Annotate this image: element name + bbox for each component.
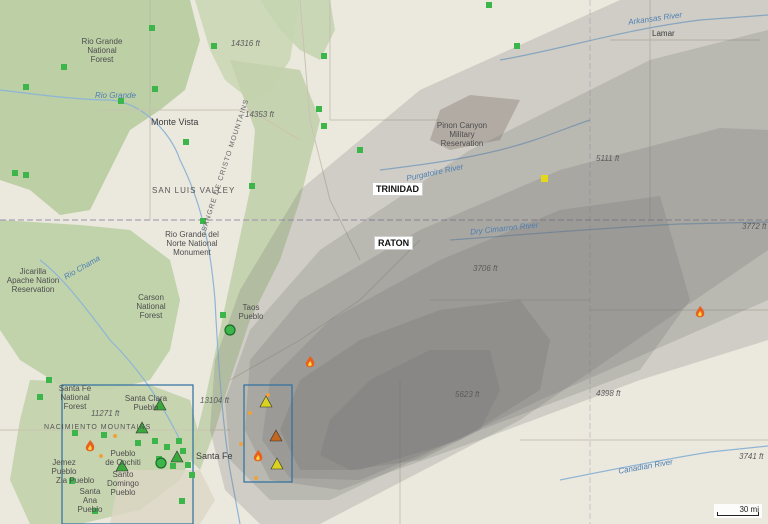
region-label-carson-nf: Carson National Forest: [136, 293, 166, 320]
place-label-monte-vista: Monte Vista: [151, 117, 199, 127]
place-label-santa-clara-pueblo: Santa Clara Pueblo: [124, 394, 168, 412]
scale-bar-label: 30 mi: [739, 505, 759, 514]
station-marker[interactable]: [23, 172, 29, 178]
station-marker[interactable]: [170, 463, 176, 469]
station-marker[interactable]: [46, 377, 52, 383]
hotspot-dot: [266, 393, 270, 397]
station-marker[interactable]: [321, 53, 327, 59]
station-marker[interactable]: [185, 462, 191, 468]
region-label-pinon-canyon: Pinon Canyon Military Reservation: [436, 121, 488, 148]
hotspot-dot: [99, 454, 103, 458]
region-label-rio-grande-nf: Rio Grande National Forest: [81, 37, 123, 64]
station-marker[interactable]: [101, 432, 107, 438]
station-marker[interactable]: [211, 43, 217, 49]
elevation-label: 14353 ft: [245, 110, 274, 119]
hotspot-dot: [239, 442, 243, 446]
station-marker[interactable]: [316, 106, 322, 112]
station-circle[interactable]: [155, 457, 167, 469]
station-marker[interactable]: [321, 123, 327, 129]
city-label-trinidad: TRINIDAD: [372, 182, 423, 196]
station-marker[interactable]: [176, 438, 182, 444]
place-label-jemez-pueblo: Jemez Pueblo: [51, 458, 77, 476]
station-marker[interactable]: [486, 2, 492, 8]
region-label-santa-fe-nf: Santa Fe National Forest: [58, 384, 92, 411]
hotspot-dot: [248, 411, 252, 415]
station-marker[interactable]: [183, 139, 189, 145]
station-marker[interactable]: [220, 312, 226, 318]
station-marker-yellow[interactable]: [541, 175, 548, 182]
place-label-pueblo-de-cochiti: Pueblo de Cochiti: [105, 449, 141, 467]
elevation-label: 3706 ft: [473, 264, 498, 273]
region-label-nacimiento: NACIMIENTO MOUNTAINS: [44, 424, 152, 431]
map-base-layer: [0, 0, 768, 524]
place-label-zia-pueblo: Zia Pueblo: [56, 476, 95, 485]
station-marker[interactable]: [149, 25, 155, 31]
station-marker[interactable]: [189, 472, 195, 478]
elevation-label: 5623 ft: [455, 390, 480, 399]
place-label-santa-fe: Santa Fe: [196, 451, 233, 461]
station-marker[interactable]: [152, 438, 158, 444]
station-marker[interactable]: [23, 84, 29, 90]
elevation-label: 14316 ft: [231, 39, 260, 48]
station-marker[interactable]: [514, 43, 520, 49]
station-marker[interactable]: [12, 170, 18, 176]
region-label-rio-grande-del-norte: Rio Grande del Norte National Monument: [165, 230, 219, 257]
map-canvas[interactable]: TRINIDAD RATON Lamar Monte Vista Taos Pu…: [0, 0, 768, 524]
station-marker[interactable]: [180, 448, 186, 454]
region-label-jicarilla: Jicarilla Apache Nation Reservation: [6, 267, 60, 294]
station-marker[interactable]: [152, 86, 158, 92]
elevation-label: 13104 ft: [200, 396, 229, 405]
elevation-label: 3772 ft: [742, 222, 767, 231]
city-label-raton: RATON: [374, 236, 414, 250]
scale-bar: 30 mi: [714, 504, 762, 518]
station-marker[interactable]: [249, 183, 255, 189]
hotspot-dot: [254, 476, 258, 480]
elevation-label: 4398 ft: [596, 389, 621, 398]
place-label-santa-ana-pueblo: Santa Ana Pueblo: [77, 487, 103, 514]
station-marker[interactable]: [164, 444, 170, 450]
station-marker[interactable]: [37, 394, 43, 400]
station-marker[interactable]: [61, 64, 67, 70]
place-label-lamar: Lamar: [652, 29, 675, 38]
place-label-santo-domingo-pueblo: Santo Domingo Pueblo: [106, 470, 140, 497]
station-marker[interactable]: [179, 498, 185, 504]
station-marker[interactable]: [135, 440, 141, 446]
river-label-rio-grande: Rio Grande: [95, 91, 136, 100]
elevation-label: 3741 ft: [739, 452, 764, 461]
station-circle[interactable]: [224, 324, 236, 336]
elevation-label: 11271 ft: [91, 409, 120, 418]
hotspot-dot: [113, 434, 117, 438]
place-label-taos-pueblo: Taos Pueblo: [238, 303, 264, 321]
elevation-label: 5111 ft: [596, 154, 620, 163]
station-marker[interactable]: [357, 147, 363, 153]
